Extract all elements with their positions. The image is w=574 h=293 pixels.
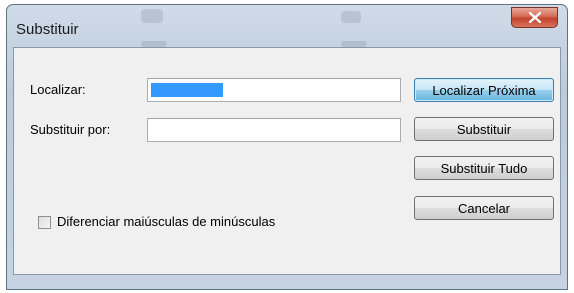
close-button[interactable]: [511, 7, 558, 28]
background-blur: [341, 11, 361, 23]
cancel-button[interactable]: Cancelar: [414, 196, 554, 220]
find-next-button[interactable]: Localizar Próxima: [414, 78, 554, 102]
replace-label: Substituir por:: [30, 122, 111, 137]
match-case-label[interactable]: Diferenciar maiúsculas de minúsculas: [57, 214, 275, 229]
dialog-body: Localizar: Substituir por: Localizar Pró…: [13, 47, 561, 275]
replace-button[interactable]: Substituir: [414, 117, 554, 141]
background-blur: [141, 9, 163, 23]
replace-input[interactable]: [147, 118, 401, 142]
selected-text-highlight: [151, 83, 223, 97]
close-icon: [528, 12, 541, 23]
dialog-title: Substituir: [16, 21, 79, 38]
find-label: Localizar:: [30, 82, 86, 97]
match-case-checkbox[interactable]: [38, 216, 51, 229]
replace-dialog: Substituir Localizar: Substituir por: Lo…: [6, 4, 568, 290]
find-input[interactable]: [147, 78, 401, 102]
replace-all-button[interactable]: Substituir Tudo: [414, 156, 554, 180]
